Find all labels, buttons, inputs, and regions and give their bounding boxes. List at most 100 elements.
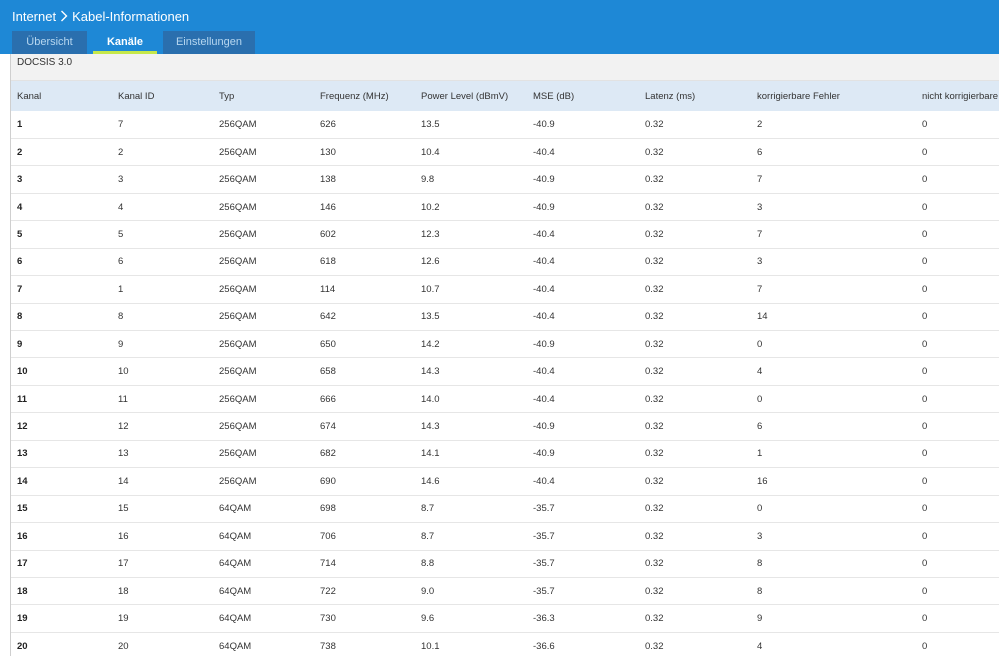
table-cell: 6: [118, 256, 124, 268]
app-header: Internet Kabel-Informationen Übersicht K…: [0, 0, 999, 54]
table-cell: 138: [320, 174, 336, 186]
table-cell: 0.32: [645, 228, 664, 240]
table-cell: 0.32: [645, 311, 664, 323]
tab-uebersicht[interactable]: Übersicht: [12, 31, 87, 54]
tab-kanaele[interactable]: Kanäle: [93, 31, 157, 54]
table-cell: 64QAM: [219, 530, 252, 542]
table-cell: 4: [757, 366, 763, 378]
table-cell: -40.4: [533, 366, 555, 378]
table-cell: 0.32: [645, 421, 664, 433]
table-cell: 13.5: [421, 118, 440, 130]
table-cell: 7: [757, 174, 763, 186]
table-cell: 0: [922, 256, 928, 268]
table-cell: 10.2: [421, 201, 440, 213]
table-cell: 9: [118, 338, 124, 350]
table-cell: 8.7: [421, 530, 435, 542]
table-cell: 9: [757, 613, 763, 625]
table-cell: 0.32: [645, 503, 664, 515]
table-cell: 146: [320, 201, 336, 213]
table-cell: -40.9: [533, 338, 555, 350]
table-row: 11 11 256QAM 666 14.0 -40.4 0.32 0 0: [11, 385, 999, 413]
table-cell: 8.8: [421, 558, 435, 570]
table-cell: -40.9: [533, 118, 555, 130]
table-row: 10 10 256QAM 658 14.3 -40.4 0.32 4 0: [11, 358, 999, 386]
table-cell: 256QAM: [219, 146, 257, 158]
table-cell: 64QAM: [219, 585, 252, 597]
table-cell: 14.3: [421, 421, 440, 433]
table-cell: 14: [757, 311, 768, 323]
table-cell: 20: [17, 640, 28, 652]
table-cell: -40.9: [533, 421, 555, 433]
table-cell: 0: [922, 503, 928, 515]
table-row: 20 20 64QAM 738 10.1 -36.6 0.32 4 0: [11, 632, 999, 656]
table-row: 4 4 256QAM 146 10.2 -40.9 0.32 3 0: [11, 193, 999, 221]
breadcrumb: Internet Kabel-Informationen: [12, 8, 189, 24]
table-cell: 3: [757, 530, 763, 542]
table-cell: 0: [922, 201, 928, 213]
table-cell: 3: [118, 174, 124, 186]
table-cell: 5: [17, 228, 23, 240]
table-cell: 12: [17, 421, 28, 433]
table-cell: 14.2: [421, 338, 440, 350]
table-cell: 642: [320, 311, 336, 323]
table-cell: 0: [922, 393, 928, 405]
table-cell: 0: [922, 475, 928, 487]
breadcrumb-internet-link[interactable]: Internet: [12, 9, 56, 24]
table-cell: 0.32: [645, 640, 664, 652]
table-cell: 0: [922, 613, 928, 625]
table-row: 12 12 256QAM 674 14.3 -40.9 0.32 6 0: [11, 413, 999, 441]
table-cell: 10.7: [421, 283, 440, 295]
table-row: 7 1 256QAM 114 10.7 -40.4 0.32 7 0: [11, 276, 999, 304]
column-header: Frequenz (MHz): [320, 90, 389, 102]
table-cell: 11: [17, 393, 28, 405]
column-header: Typ: [219, 90, 235, 102]
table-cell: 7: [118, 118, 124, 130]
table-cell: 0.32: [645, 558, 664, 570]
tab-einstellungen[interactable]: Einstellungen: [163, 31, 255, 54]
table-cell: 0.32: [645, 201, 664, 213]
table-cell: -40.4: [533, 475, 555, 487]
table-row: 9 9 256QAM 650 14.2 -40.9 0.32 0 0: [11, 331, 999, 358]
table-cell: 20: [118, 640, 129, 652]
table-cell: 698: [320, 503, 336, 515]
table-cell: 18: [17, 585, 28, 597]
table-cell: 4: [118, 201, 124, 213]
table-cell: 10.1: [421, 640, 440, 652]
table-cell: 256QAM: [219, 174, 257, 186]
table-cell: 1: [118, 283, 124, 295]
table-cell: 17: [118, 558, 129, 570]
table-cell: 15: [17, 503, 28, 515]
table-cell: 682: [320, 448, 336, 460]
table-cell: 256QAM: [219, 448, 257, 460]
table-cell: 6: [757, 146, 763, 158]
table-cell: 11: [118, 393, 128, 405]
table-cell: 0.32: [645, 174, 664, 186]
table-cell: 690: [320, 475, 336, 487]
table-cell: 19: [118, 613, 129, 625]
table-cell: -40.4: [533, 283, 555, 295]
column-header: MSE (dB): [533, 90, 575, 102]
table-cell: -40.4: [533, 393, 555, 405]
table-cell: 13: [17, 448, 28, 460]
table-cell: 0: [922, 118, 928, 130]
table-cell: 666: [320, 393, 336, 405]
table-cell: 0.32: [645, 585, 664, 597]
table-cell: 0.32: [645, 448, 664, 460]
table-cell: 114: [320, 283, 336, 295]
table-cell: 14.0: [421, 393, 440, 405]
table-cell: 12.6: [421, 256, 440, 268]
table-cell: 15: [118, 503, 129, 515]
table-cell: 7: [17, 283, 23, 295]
table-cell: -40.4: [533, 228, 555, 240]
table-row: 13 13 256QAM 682 14.1 -40.9 0.32 1 0: [11, 440, 999, 468]
table-cell: 0: [922, 530, 928, 542]
table-cell: 650: [320, 338, 336, 350]
table-cell: 0: [922, 448, 928, 460]
table-cell: 0: [922, 366, 928, 378]
table-cell: 0: [922, 174, 928, 186]
table-cell: -40.4: [533, 256, 555, 268]
table-cell: 9.8: [421, 174, 435, 186]
table-cell: 256QAM: [219, 311, 257, 323]
table-cell: 14: [17, 475, 28, 487]
table-cell: 3: [757, 201, 763, 213]
